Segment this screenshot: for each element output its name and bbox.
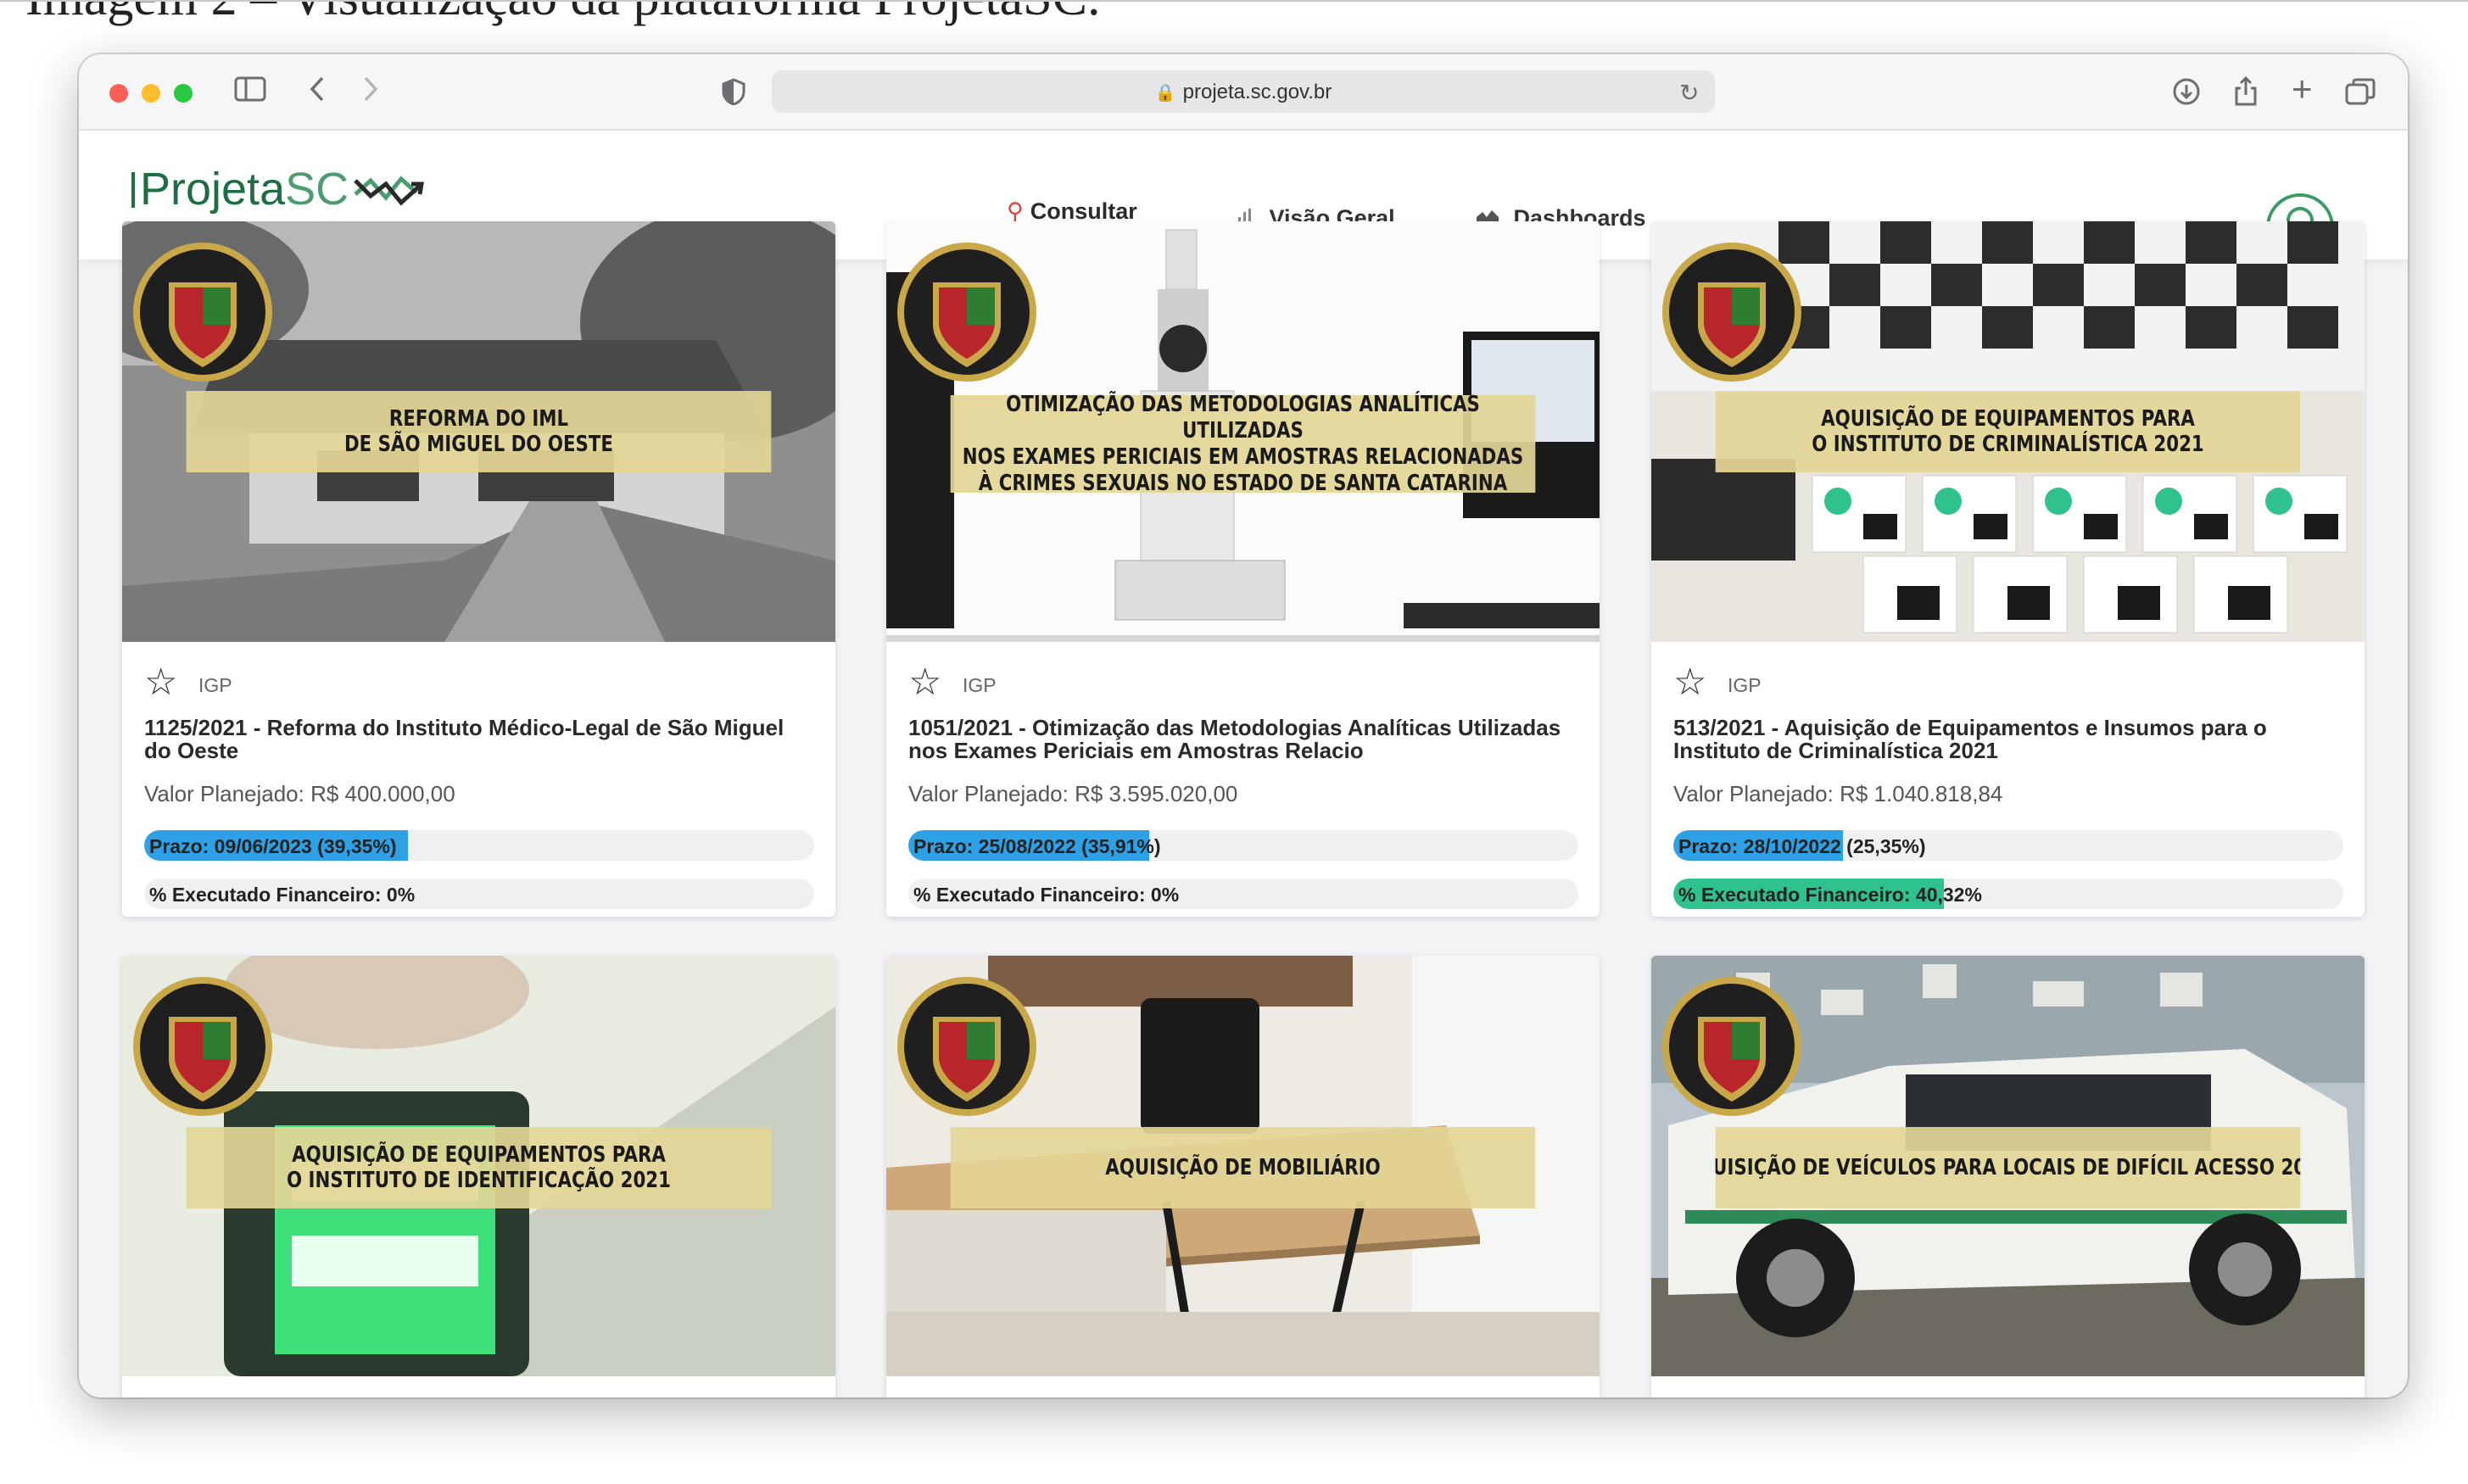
project-title[interactable]: 1125/2021 - Reforma do Instituto Médico-… [144,717,814,762]
igp-crest-icon [133,243,272,382]
valor-planejado: Valor Planejado: R$ 400.000,00 [144,781,455,806]
igp-crest-icon [1662,977,1801,1116]
project-card[interactable]: AQUISIÇÃO DE EQUIPAMENTOS PARA O INSTITU… [1651,221,2365,917]
favorite-star-icon[interactable]: ☆ [1673,664,1706,701]
org-label: IGP [198,674,232,696]
reload-icon[interactable]: ↻ [1679,79,1699,108]
executado-progress-bar: % Executado Financeiro: 0% [908,879,1578,909]
prazo-label: Prazo: 09/06/2023 (39,35%) [149,835,397,857]
share-icon[interactable] [2233,75,2259,112]
project-banner: QUISIÇÃO DE VEÍCULOS PARA LOCAIS DE DIFÍ… [1715,1127,2301,1208]
back-icon[interactable] [308,75,327,109]
executado-progress-bar: % Executado Financeiro: 0% [144,879,814,909]
logo-text: Projeta [140,164,286,215]
project-card[interactable]: OTIMIZAÇÃO DAS METODOLOGIAS ANALÍTICAS U… [886,221,1600,917]
executado-label: % Executado Financeiro: 40,32% [1678,884,1982,906]
project-title[interactable]: 1051/2021 - Otimização das Metodologias … [908,717,1578,762]
project-title[interactable]: 513/2021 - Aquisição de Equipamentos e I… [1673,717,2343,762]
sidebar-toggle-icon[interactable] [234,76,266,107]
prazo-progress-bar: Prazo: 25/08/2022 (35,91%) [908,830,1578,861]
zoom-window-button[interactable] [174,84,193,103]
search-icon: ⚲ [1007,198,1024,224]
org-label: IGP [963,674,997,696]
prazo-label: Prazo: 25/08/2022 (35,91%) [913,835,1161,857]
url-text: projeta.sc.gov.br [1182,81,1332,103]
browser-window: 🔒 projeta.sc.gov.br ↻ + ProjetaSC ⚲ Consul… [79,54,2408,1398]
favorite-star-icon[interactable]: ☆ [908,664,941,701]
figure-caption: Imagem 2 – Visualização da plataforma Pr… [25,0,1100,28]
close-window-button[interactable] [109,84,128,103]
project-card[interactable]: REFORMA DO IML DE SÃO MIGUEL DO OESTE ☆ … [122,221,835,917]
project-banner: REFORMA DO IML DE SÃO MIGUEL DO OESTE [186,391,772,472]
valor-planejado: Valor Planejado: R$ 3.595.020,00 [908,781,1238,806]
executado-label: % Executado Financeiro: 0% [149,884,416,906]
logo-trend-icon [354,176,425,206]
lock-icon: 🔒 [1154,84,1176,103]
logo-sc-text: SC [285,164,349,215]
igp-crest-icon [897,977,1036,1116]
project-banner: OTIMIZAÇÃO DAS METODOLOGIAS ANALÍTICAS U… [950,392,1536,496]
org-label: IGP [1728,674,1762,696]
nav-consultar-label: Consultar [1030,198,1137,224]
project-banner: AQUISIÇÃO DE MOBILIÁRIO [950,1127,1536,1208]
project-banner: AQUISIÇÃO DE EQUIPAMENTOS PARA O INSTITU… [1715,391,2301,472]
page-rule [0,0,2468,2]
prazo-label: Prazo: 28/10/2022 (25,35%) [1678,835,1926,857]
igp-crest-icon [133,977,272,1116]
igp-crest-icon [897,243,1036,382]
tab-overview-icon[interactable] [2345,77,2376,111]
new-tab-icon[interactable]: + [2292,71,2313,107]
address-bar[interactable]: 🔒 projeta.sc.gov.br ↻ [772,70,1715,113]
prazo-progress-bar: Prazo: 09/06/2023 (39,35%) [144,830,814,861]
project-card[interactable]: QUISIÇÃO DE VEÍCULOS PARA LOCAIS DE DIFÍ… [1651,956,2365,1398]
project-card[interactable]: AQUISIÇÃO DE EQUIPAMENTOS PARA O INSTITU… [122,956,835,1398]
project-card[interactable]: AQUISIÇÃO DE MOBILIÁRIO [886,956,1600,1398]
forward-icon[interactable] [361,75,380,109]
prazo-progress-bar: Prazo: 28/10/2022 (25,35%) [1673,830,2343,861]
executado-label: % Executado Financeiro: 0% [913,884,1180,906]
favorite-star-icon[interactable]: ☆ [144,664,177,701]
project-banner: AQUISIÇÃO DE EQUIPAMENTOS PARA O INSTITU… [186,1127,772,1208]
downloads-icon[interactable] [2172,77,2201,111]
browser-toolbar: 🔒 projeta.sc.gov.br ↻ + [79,54,2408,131]
valor-planejado: Valor Planejado: R$ 1.040.818,84 [1673,781,2003,806]
privacy-shield-icon[interactable] [722,78,745,110]
minimize-window-button[interactable] [142,84,160,103]
executado-progress-bar: % Executado Financeiro: 40,32% [1673,879,2343,909]
igp-crest-icon [1662,243,1801,382]
projeta-sc-logo[interactable]: ProjetaSC [131,163,428,215]
